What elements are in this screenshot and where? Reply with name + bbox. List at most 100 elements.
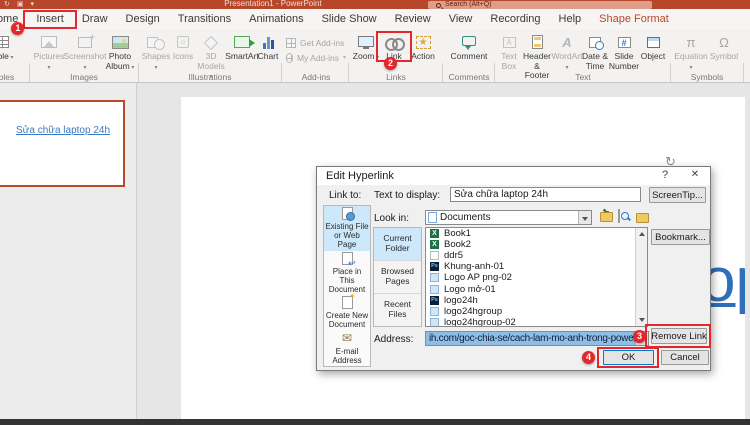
file-row-logo24hgroup[interactable]: logo24hgroup	[426, 306, 647, 317]
tab-insert-label: Insert	[36, 13, 64, 25]
cancel-button[interactable]: Cancel	[661, 350, 709, 365]
file-row-khung-anh[interactable]: PsKhung-anh-01	[426, 261, 647, 272]
link-to-create-new-document[interactable]: Create New Document	[324, 295, 370, 330]
group-label-images: Images	[32, 72, 136, 82]
shapes-button[interactable]: Shapes	[141, 32, 171, 71]
group-divider	[670, 63, 671, 83]
group-divider	[348, 63, 349, 83]
file-row-ddr5[interactable]: ddr5	[426, 250, 647, 261]
tab-recording[interactable]: Recording	[481, 9, 549, 30]
file-row-book2[interactable]: XBook2	[426, 239, 647, 250]
create-new-document-icon	[342, 296, 353, 309]
dialog-close-icon[interactable]: ✕	[688, 169, 702, 180]
slide-number-label: Slide Number	[609, 52, 639, 71]
text-box-icon: A	[503, 37, 516, 48]
date-time-icon	[589, 37, 601, 48]
tab-insert[interactable]: Insert 1	[27, 9, 73, 30]
link-to-existing-file[interactable]: Existing File or Web Page	[324, 206, 370, 251]
tab-view[interactable]: View	[440, 9, 482, 30]
link-to-email-address[interactable]: ✉ E-mail Address	[324, 331, 370, 366]
look-in-dropdown[interactable]: Documents	[425, 210, 592, 225]
excel-file-icon: X	[430, 229, 439, 238]
qat-dropdown-icon[interactable]: ▾	[31, 0, 35, 9]
photo-album-button[interactable]: Photo Album	[104, 32, 136, 71]
email-address-icon: ✉	[342, 332, 352, 345]
shapes-icon	[147, 36, 165, 49]
tab-draw[interactable]: Draw	[73, 9, 117, 30]
screenshot-button[interactable]: Screenshot	[66, 32, 104, 71]
status-bar	[0, 419, 750, 425]
tab-design[interactable]: Design	[117, 9, 169, 30]
text-box-button[interactable]: A Text Box	[497, 32, 521, 71]
link-button[interactable]: Link 2	[380, 32, 408, 62]
group-divider	[442, 63, 443, 83]
tab-review[interactable]: Review	[386, 9, 440, 30]
table-button[interactable]: Table	[0, 32, 26, 62]
search-box[interactable]: Search (Alt+Q)	[428, 1, 652, 9]
dialog-title-bar[interactable]: Edit Hyperlink ? ✕	[317, 167, 710, 185]
wordart-button[interactable]: A WordArt	[553, 32, 581, 71]
action-label: Action	[411, 52, 435, 62]
tab-animations[interactable]: Animations	[240, 9, 312, 30]
address-dropdown[interactable]: ih.com/goc-chia-se/cach-lam-mo-anh-trong…	[425, 331, 649, 346]
ok-button[interactable]: OK 4	[603, 350, 654, 365]
tab-transitions[interactable]: Transitions	[169, 9, 240, 30]
my-addins-button[interactable]: My Add-ins ▾	[286, 50, 346, 65]
group-label-addins: Add-ins	[286, 72, 346, 82]
look-in-label: Look in:	[374, 213, 409, 224]
symbol-label: Symbol	[710, 52, 738, 62]
text-to-display-input[interactable]: Sửa chữa laptop 24h	[450, 187, 641, 202]
bookmark-button[interactable]: Bookmark...	[651, 229, 710, 245]
comment-icon	[462, 36, 476, 46]
scroll-up-icon[interactable]	[639, 232, 645, 236]
save-icon[interactable]: ▣	[17, 0, 24, 9]
autosave-icon[interactable]: ↻	[4, 0, 10, 9]
slide-thumbnail-1[interactable]: Sửa chữa laptop 24h	[0, 100, 125, 187]
icons-button[interactable]: ☼ Icons	[171, 32, 195, 62]
pictures-button[interactable]: Pictures	[32, 32, 66, 71]
zoom-button[interactable]: Zoom	[352, 32, 380, 62]
action-button[interactable]: ★ Action	[408, 32, 438, 62]
smartart-icon	[234, 36, 250, 48]
recent-files-tab[interactable]: Recent Files	[374, 294, 421, 326]
equation-label: Equation	[673, 52, 709, 71]
screentip-button[interactable]: ScreenTip...	[649, 187, 706, 203]
object-button[interactable]: Object	[639, 32, 667, 62]
object-label: Object	[641, 52, 666, 62]
tab-shape-format[interactable]: Shape Format	[590, 9, 678, 30]
file-row-logo24h[interactable]: Pslogo24h	[426, 295, 647, 306]
object-icon	[647, 37, 660, 48]
smartart-button[interactable]: SmartArt	[227, 32, 257, 62]
dialog-help-icon[interactable]: ?	[658, 169, 672, 181]
photo-album-icon	[112, 36, 129, 49]
file-row-book1[interactable]: XBook1	[426, 228, 647, 239]
up-one-folder-button[interactable]	[598, 210, 614, 224]
file-list-scrollbar[interactable]	[635, 228, 647, 326]
equation-button[interactable]: π Equation	[673, 32, 709, 71]
tab-help[interactable]: Help	[550, 9, 591, 30]
ribbon-group-illustrations: Shapes ☼ Icons 3D Models SmartArt Chart	[141, 32, 279, 81]
scroll-down-icon[interactable]	[639, 318, 645, 322]
current-folder-tab[interactable]: Current Folder	[374, 228, 421, 261]
chart-button[interactable]: Chart	[257, 32, 279, 62]
remove-link-button[interactable]: Remove Link 3	[651, 328, 707, 344]
link-to-place-in-document[interactable]: Place in This Document	[324, 251, 370, 296]
annotation-badge-3: 3	[633, 330, 646, 343]
group-label-tables: Tables	[0, 72, 28, 82]
browse-web-button[interactable]	[618, 210, 620, 222]
file-row-logo-mo[interactable]: Logo mở-01	[426, 283, 647, 294]
browsed-pages-tab[interactable]: Browsed Pages	[374, 261, 421, 294]
look-in-dropdown-arrow[interactable]	[578, 211, 591, 224]
get-addins-button[interactable]: Get Add-ins	[286, 35, 346, 50]
file-row-logo-ap[interactable]: Logo AP png-02	[426, 272, 647, 283]
comment-button[interactable]: Comment	[446, 32, 492, 62]
ribbon-group-text: A Text Box Header & Footer A WordArt Dat…	[497, 32, 669, 81]
browse-file-button[interactable]	[636, 211, 652, 224]
date-time-button[interactable]: Date & Time	[581, 32, 609, 71]
quick-access-toolbar: ↻ ▣ ▾	[4, 0, 34, 9]
slide-number-button[interactable]: # Slide Number	[609, 32, 639, 71]
file-row-logo24hgroup-02[interactable]: logo24hgroup-02	[426, 317, 647, 327]
tab-slide-show[interactable]: Slide Show	[313, 9, 386, 30]
equation-icon: π	[687, 35, 696, 50]
symbol-button[interactable]: Ω Symbol	[709, 32, 739, 62]
